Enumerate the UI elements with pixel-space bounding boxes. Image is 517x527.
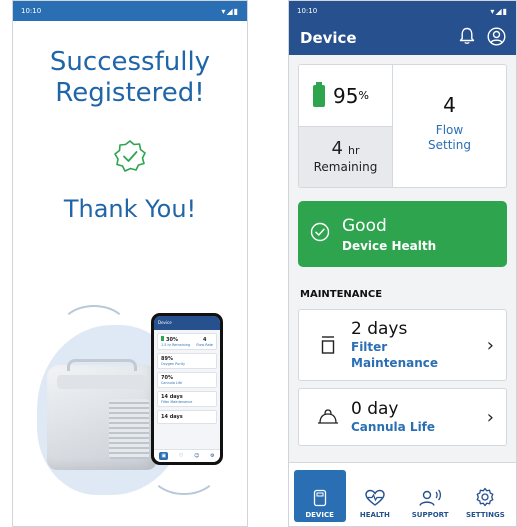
cannula-icon: [313, 408, 343, 426]
gear-icon: [476, 487, 494, 507]
filter-icon: [313, 335, 343, 355]
support-icon: [419, 489, 442, 506]
mini-list-item: 70% Cannula Life: [157, 372, 217, 388]
phone-mockup: Device 30% 1.5 hr Remaining 4 Flow Rate 89…: [151, 313, 223, 465]
device-stats-card: 95% 4 hr Remaining 4 Flow Setting: [298, 64, 507, 188]
filter-maintenance-item[interactable]: 2 days Filter Maintenance ›: [298, 309, 507, 381]
cannula-label: Cannula Life: [351, 420, 436, 434]
remaining-time-tile[interactable]: 4 hr Remaining: [299, 127, 392, 187]
profile-icon[interactable]: [487, 26, 506, 50]
status-icons: ▾◢▮: [221, 6, 239, 16]
check-circle-icon: [310, 222, 330, 246]
filter-value: 2 days: [351, 319, 408, 339]
registration-success-screen: 10:10 ▾◢▮ Successfully Registered! Thank…: [12, 0, 248, 527]
mini-nav: ▣ ♡ ☺ ⚙: [154, 449, 220, 462]
device-illustration: Device 30% 1.5 hr Remaining 4 Flow Rate 89…: [29, 285, 234, 507]
status-bar: 10:10 ▾◢▮: [13, 1, 247, 21]
device-health-card[interactable]: Good Device Health: [298, 201, 507, 267]
health-status: Good: [342, 215, 387, 236]
dashboard-content: 95% 4 hr Remaining 4 Flow Setting Good D…: [289, 55, 516, 464]
page-title: Device: [300, 29, 357, 47]
flow-label: Flow Setting: [428, 123, 471, 152]
app-bar: Device: [289, 21, 516, 55]
chevron-right-icon: ›: [486, 406, 494, 428]
remaining-label: Remaining: [313, 160, 378, 174]
cannula-life-item[interactable]: 0 day Cannula Life ›: [298, 388, 507, 446]
mini-list-item: 89% Oxygen Purity: [157, 353, 217, 369]
remaining-unit: hr: [348, 144, 360, 157]
mini-battery-row: 30% 1.5 hr Remaining 4 Flow Rate: [157, 333, 217, 350]
maintenance-heading: MAINTENANCE: [300, 289, 383, 300]
oxygen-concentrator-image: [47, 359, 157, 470]
sync-arrow-icon: [59, 305, 129, 355]
bottom-nav: DEVICE HEALTH SUPPORT SETTINGS: [289, 462, 516, 526]
battery-value: 95: [333, 83, 359, 108]
battery-unit: %: [358, 89, 369, 102]
chevron-right-icon: ›: [486, 334, 494, 356]
flow-setting-tile[interactable]: 4 Flow Setting: [393, 65, 506, 187]
status-icons: ▾◢▮: [490, 6, 508, 16]
thank-you-text: Thank You!: [63, 195, 197, 223]
status-bar: 10:10 ▾◢▮: [289, 1, 516, 21]
flow-value: 4: [443, 93, 456, 117]
heart-pulse-icon: [365, 489, 385, 506]
cannula-value: 0 day: [351, 399, 399, 419]
device-dashboard-screen: 10:10 ▾◢▮ Device 95% 4 hr Remaining 4 Fl…: [288, 0, 517, 527]
health-label: Device Health: [342, 238, 437, 253]
verified-badge-icon: [13, 139, 247, 173]
battery-tile[interactable]: 95%: [299, 65, 392, 127]
success-headline: Successfully Registered!: [49, 47, 211, 108]
status-time: 10:10: [297, 7, 318, 15]
battery-icon: [313, 81, 325, 107]
mini-app-title: Device: [154, 316, 220, 330]
nav-settings[interactable]: SETTINGS: [459, 470, 511, 522]
device-icon: [313, 489, 326, 507]
nav-support[interactable]: SUPPORT: [404, 470, 456, 522]
bell-icon[interactable]: [459, 27, 475, 49]
mini-list-item: 14 days: [157, 410, 217, 424]
filter-label: Filter Maintenance: [351, 340, 439, 370]
status-time: 10:10: [21, 7, 42, 15]
mini-list-item: 14 days Filter Maintenance: [157, 391, 217, 407]
nav-device[interactable]: DEVICE: [293, 470, 346, 522]
nav-health[interactable]: HEALTH: [349, 470, 401, 522]
remaining-value: 4: [331, 138, 343, 159]
